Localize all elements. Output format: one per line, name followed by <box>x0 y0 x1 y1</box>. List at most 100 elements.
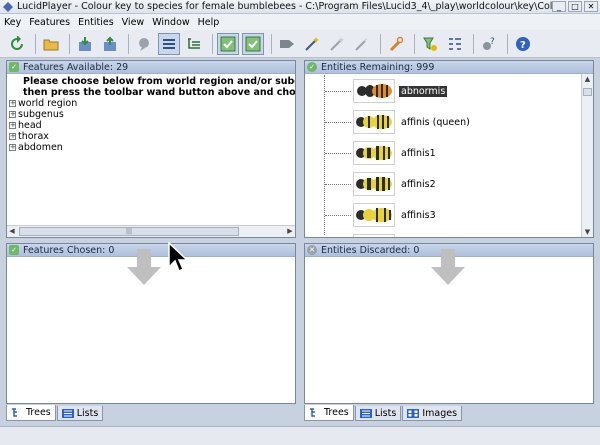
entity-name: affinis (queen) <box>401 116 470 128</box>
minimize-button[interactable]: _ <box>552 1 566 12</box>
menu-features[interactable]: Features <box>29 17 70 28</box>
feature-item-subgenus[interactable]: + subgenus <box>9 109 295 120</box>
tree-view-icon[interactable] <box>183 33 205 55</box>
tool-icon[interactable] <box>385 33 407 55</box>
wand-disabled-icon[interactable] <box>326 33 348 55</box>
check-features-icon[interactable] <box>217 32 239 55</box>
title-bar: LucidPlayer - Colour key to species for … <box>0 0 600 14</box>
instruction-line: Please choose below from world region an… <box>23 76 295 87</box>
feature-item-world-region[interactable]: + world region <box>9 98 295 109</box>
feature-item-head[interactable]: + head <box>9 120 295 131</box>
list-view-icon[interactable] <box>158 32 180 55</box>
tab-trees[interactable]: Trees <box>304 405 354 421</box>
feature-item-thorax[interactable]: + thorax <box>9 131 295 142</box>
features-chosen-icon: ✓ <box>9 245 19 255</box>
toolbar: ? ? <box>0 30 600 58</box>
entity-name: abnormis <box>399 85 448 97</box>
scroll-down-icon[interactable]: ▼ <box>582 227 593 237</box>
features-available-header: ✓ Features Available: 29 <box>7 61 295 74</box>
import-icon[interactable] <box>74 33 96 55</box>
entities-vertical-scrollbar[interactable]: ▲ ▼ <box>581 74 593 237</box>
expand-icon[interactable]: + <box>9 144 16 151</box>
expand-icon[interactable]: + <box>9 133 16 140</box>
tree-connector <box>325 152 351 154</box>
check-entities-icon[interactable] <box>242 32 264 55</box>
trees-icon <box>12 408 17 417</box>
entity-name: affinis1 <box>401 147 436 159</box>
menu-entities[interactable]: Entities <box>78 17 114 28</box>
svg-text:?: ? <box>490 37 495 47</box>
feature-label: world region <box>18 98 78 109</box>
bee-thumbnail-icon <box>353 110 395 134</box>
entity-item[interactable]: affinis (queen) <box>325 107 472 137</box>
toolbar-separator <box>128 33 129 54</box>
menu-help[interactable]: Help <box>198 17 220 28</box>
bee-thumbnail-icon <box>353 141 395 165</box>
expand-icon[interactable]: + <box>9 111 16 118</box>
features-chosen-title: Features Chosen: 0 <box>23 244 115 256</box>
bee-thumbnail-icon <box>353 234 395 237</box>
entity-item[interactable]: affinis1 <box>325 138 438 168</box>
scroll-left-icon[interactable]: ◀ <box>7 227 17 236</box>
features-tree: Please choose below from world region an… <box>7 74 295 153</box>
close-button[interactable]: ✕ <box>584 1 598 12</box>
feature-label: thorax <box>18 131 49 142</box>
menu-view[interactable]: View <box>122 17 145 28</box>
entity-name: affinis2 <box>401 178 436 190</box>
scroll-right-icon[interactable]: ▶ <box>285 227 295 236</box>
toolbar-separator <box>271 33 272 54</box>
right-view-tabs: Trees Lists Images <box>304 405 463 421</box>
left-view-tabs: Trees Lists <box>6 405 104 421</box>
entity-item[interactable]: affinis2 <box>325 169 438 199</box>
filter-icon[interactable] <box>419 33 441 55</box>
tab-lists[interactable]: Lists <box>354 406 402 421</box>
instruction-line: then press the toolbar wand button above… <box>23 87 296 98</box>
mouse-cursor-icon <box>168 242 189 273</box>
tree-connector <box>325 214 351 216</box>
menu-window[interactable]: Window <box>152 17 189 28</box>
toolbar-separator <box>35 33 36 54</box>
scroll-thumb[interactable]: ||| <box>19 227 239 236</box>
tab-label: Images <box>422 407 458 419</box>
bee-thumbnail-icon <box>353 203 395 227</box>
tab-label: Lists <box>374 407 397 419</box>
settings-help-icon[interactable]: ? <box>478 33 500 55</box>
scroll-up-icon[interactable]: ▲ <box>582 74 593 84</box>
magic-wand-icon[interactable] <box>301 33 323 55</box>
feature-item-abdomen[interactable]: + abdomen <box>9 142 295 153</box>
wand-gray-icon[interactable] <box>351 33 373 55</box>
toolbar-separator <box>414 33 415 54</box>
expand-icon[interactable]: + <box>9 122 16 129</box>
sort-icon[interactable] <box>444 33 466 55</box>
toolbar-separator <box>473 33 474 54</box>
export-icon[interactable] <box>99 33 121 55</box>
tag-icon[interactable] <box>276 33 298 55</box>
toolbar-separator <box>507 33 508 54</box>
discarded-icon: ✕ <box>307 245 317 255</box>
images-icon <box>407 408 420 418</box>
maximize-button[interactable]: □ <box>568 1 582 12</box>
entity-item[interactable]: abnormis <box>325 76 448 106</box>
entities-discarded-pane: ✕ Entities Discarded: 0 <box>304 243 594 404</box>
expand-icon[interactable]: + <box>9 100 16 107</box>
tab-trees[interactable]: Trees <box>6 405 56 421</box>
svg-text:?: ? <box>520 40 526 51</box>
chat-icon[interactable] <box>133 33 155 55</box>
down-arrow-icon <box>127 249 161 285</box>
scroll-thumb[interactable] <box>583 88 592 96</box>
toolbar-separator <box>212 33 213 54</box>
lists-icon <box>61 408 74 418</box>
entities-remaining-header: ✓ Entities Remaining: 999 <box>305 61 593 74</box>
open-folder-icon[interactable] <box>40 33 62 55</box>
tab-lists[interactable]: Lists <box>56 406 104 421</box>
restart-icon[interactable] <box>6 33 28 55</box>
help-icon[interactable]: ? <box>512 33 534 55</box>
tree-connector <box>325 90 351 92</box>
tab-images[interactable]: Images <box>402 406 463 421</box>
entity-item[interactable]: affinis3 <box>325 200 438 230</box>
features-horizontal-scrollbar[interactable]: ◀ ||| ▶ <box>7 225 295 237</box>
entities-icon: ✓ <box>307 62 317 72</box>
entity-item-partial[interactable] <box>325 231 395 237</box>
menu-key[interactable]: Key <box>4 17 21 28</box>
feature-label: abdomen <box>18 142 63 153</box>
